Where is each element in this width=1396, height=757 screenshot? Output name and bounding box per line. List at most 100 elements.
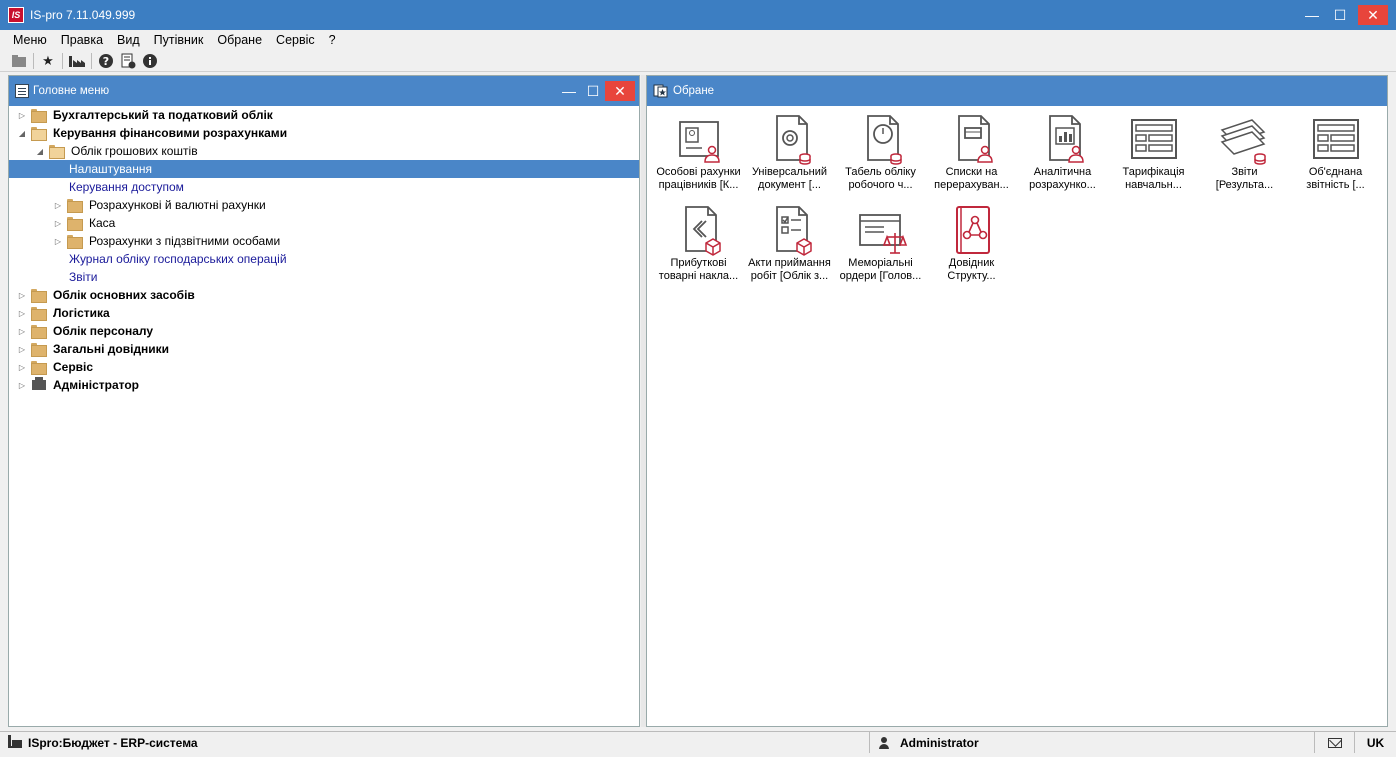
tree-item[interactable]: Налаштування [9,160,639,178]
tree-item[interactable]: Звіти [9,268,639,286]
favorite-item[interactable]: Особові рахунки працівників [К... [653,112,744,203]
menu-item-service[interactable]: Сервіс [269,33,322,47]
favorite-item-label: Списки на перерахуван... [934,166,1009,191]
tree-item[interactable]: ▷ Облік основних засобів [9,286,639,304]
menu-item-favorites[interactable]: Обране [210,33,269,47]
favorite-item[interactable]: Табель обліку робочого ч... [835,112,926,203]
menu-item-edit[interactable]: Правка [54,33,110,47]
open-folder-icon [31,127,47,141]
favorite-item-label: Тарифікація навчальн... [1122,166,1185,191]
toolbar-separator [33,52,34,69]
menu-item-menu[interactable]: Меню [6,33,54,47]
tree-item[interactable]: ▷ Розрахункові й валютні рахунки [9,196,639,214]
info-icon[interactable] [139,51,161,71]
favorite-item[interactable]: Універсальний документ [... [744,112,835,203]
tree-item[interactable]: Журнал обліку господарських операцій [9,250,639,268]
favorite-item[interactable]: Об'єднана звітність [... [1290,112,1381,203]
panel-minimize-button[interactable]: — [557,81,581,101]
favorite-item-label: Довідник Структу... [947,257,996,282]
favorite-item[interactable]: Аналітична розрахунко... [1017,112,1108,203]
tariffing-icon [1127,112,1181,166]
favorite-item[interactable]: Акти приймання робіт [Облік з... [744,203,835,294]
expand-arrow-icon[interactable]: ▷ [17,380,27,390]
close-button[interactable]: ✕ [1358,5,1388,25]
folder-icon [31,361,47,375]
folder-icon [67,235,83,249]
administrator-icon [32,377,46,390]
tree-item[interactable]: ▷ Адміністратор [9,376,639,394]
tree-item-label: Розрахунки з підзвітними особами [89,234,281,248]
star-icon[interactable]: ★ [37,51,59,71]
user-icon [878,736,890,749]
language-indicator[interactable]: UK [1355,732,1396,753]
menu-list-icon [15,84,29,98]
tree-item[interactable]: ▷ Загальні довідники [9,340,639,358]
tree-item[interactable]: ▷ Каса [9,214,639,232]
mail-button[interactable] [1315,732,1355,753]
maximize-button[interactable]: ☐ [1326,0,1354,30]
expand-arrow-icon[interactable]: ▷ [17,308,27,318]
expand-arrow-icon[interactable]: ▷ [17,326,27,336]
favorite-item[interactable]: Меморіальні ордери [Голов... [835,203,926,294]
collapse-arrow-icon[interactable]: ◢ [17,128,27,138]
tree-item-label: Бухгалтерський та податковий облік [53,108,273,122]
panel-close-button[interactable]: ✕ [605,81,635,101]
panel-maximize-button[interactable]: ☐ [581,81,605,101]
main-menu-panel: Головне меню — ☐ ✕ ▷ Бухгалтерський та по… [8,75,640,727]
expand-arrow-icon[interactable]: ▷ [53,218,63,228]
tree-item[interactable]: ▷ Розрахунки з підзвітними особами [9,232,639,250]
tree-item-label: Каса [89,216,116,230]
favorites-icon [653,84,669,98]
expand-arrow-icon[interactable]: ▷ [17,290,27,300]
user-name: Administrator [900,735,979,750]
favorites-header: Обране [647,76,1387,106]
collapse-arrow-icon[interactable]: ◢ [35,146,45,156]
tree-item-label: Логістика [53,306,110,320]
favorite-item[interactable]: Списки на перерахуван... [926,112,1017,203]
favorite-item-label: Прибуткові товарні накла... [658,257,739,282]
expand-arrow-icon[interactable]: ▷ [17,362,27,372]
factory-icon[interactable] [66,51,88,71]
document-info-icon[interactable] [117,51,139,71]
tree-item[interactable]: ▷ Облік персоналу [9,322,639,340]
tree-item-label: Адміністратор [53,378,140,392]
minimize-button[interactable]: — [1298,0,1326,30]
title-bar: IS IS-pro 7.11.049.999 — ☐ ✕ [0,0,1396,30]
tree-item-label: Налаштування [69,162,152,176]
favorite-item-label: Меморіальні ордери [Голов... [839,257,922,282]
acceptance-acts-icon [763,203,817,257]
tree-item-label: Облік грошових коштів [71,144,198,158]
favorite-item[interactable]: Довідник Структу... [926,203,1017,294]
favorite-item[interactable]: Звіти [Результа... [1199,112,1290,203]
folder-icon [31,109,47,123]
main-menu-title: Головне меню [33,85,110,97]
expand-arrow-icon[interactable]: ▷ [17,110,27,120]
toolbar-separator [62,52,63,69]
menu-item-guide[interactable]: Путівник [147,33,211,47]
personal-accounts-icon [672,112,726,166]
favorite-item-label: Універсальний документ [... [751,166,828,191]
tree-item[interactable]: ▷ Бухгалтерський та податковий облік [9,106,639,124]
tree-item[interactable]: ◢ Керування фінансовими розрахунками [9,124,639,142]
menu-item-help[interactable]: ? [322,33,343,47]
tree-item[interactable]: ◢ Облік грошових коштів [9,142,639,160]
tree-item[interactable]: ▷ Логістика [9,304,639,322]
main-menu-header: Головне меню — ☐ ✕ [9,76,639,106]
favorite-item[interactable]: Тарифікація навчальн... [1108,112,1199,203]
svg-text:?: ? [103,55,109,68]
tree-item-label: Звіти [69,270,98,284]
status-bar: ISpro:Бюджет - ERP-система Administrator… [0,731,1396,753]
expand-arrow-icon[interactable]: ▷ [53,236,63,246]
expand-arrow-icon[interactable]: ▷ [53,200,63,210]
mail-icon [1327,737,1342,748]
help-icon[interactable]: ? [95,51,117,71]
expand-arrow-icon[interactable]: ▷ [17,344,27,354]
favorite-item-label: Табель обліку робочого ч... [845,166,916,191]
menu-tree: ▷ Бухгалтерський та податковий облік ◢ Керу… [9,106,639,394]
tree-item[interactable]: ▷ Сервіс [9,358,639,376]
folder-icon[interactable] [8,51,30,71]
menu-item-view[interactable]: Вид [110,33,147,47]
universal-document-icon [763,112,817,166]
favorite-item[interactable]: Прибуткові товарні накла... [653,203,744,294]
tree-item[interactable]: Керування доступом [9,178,639,196]
